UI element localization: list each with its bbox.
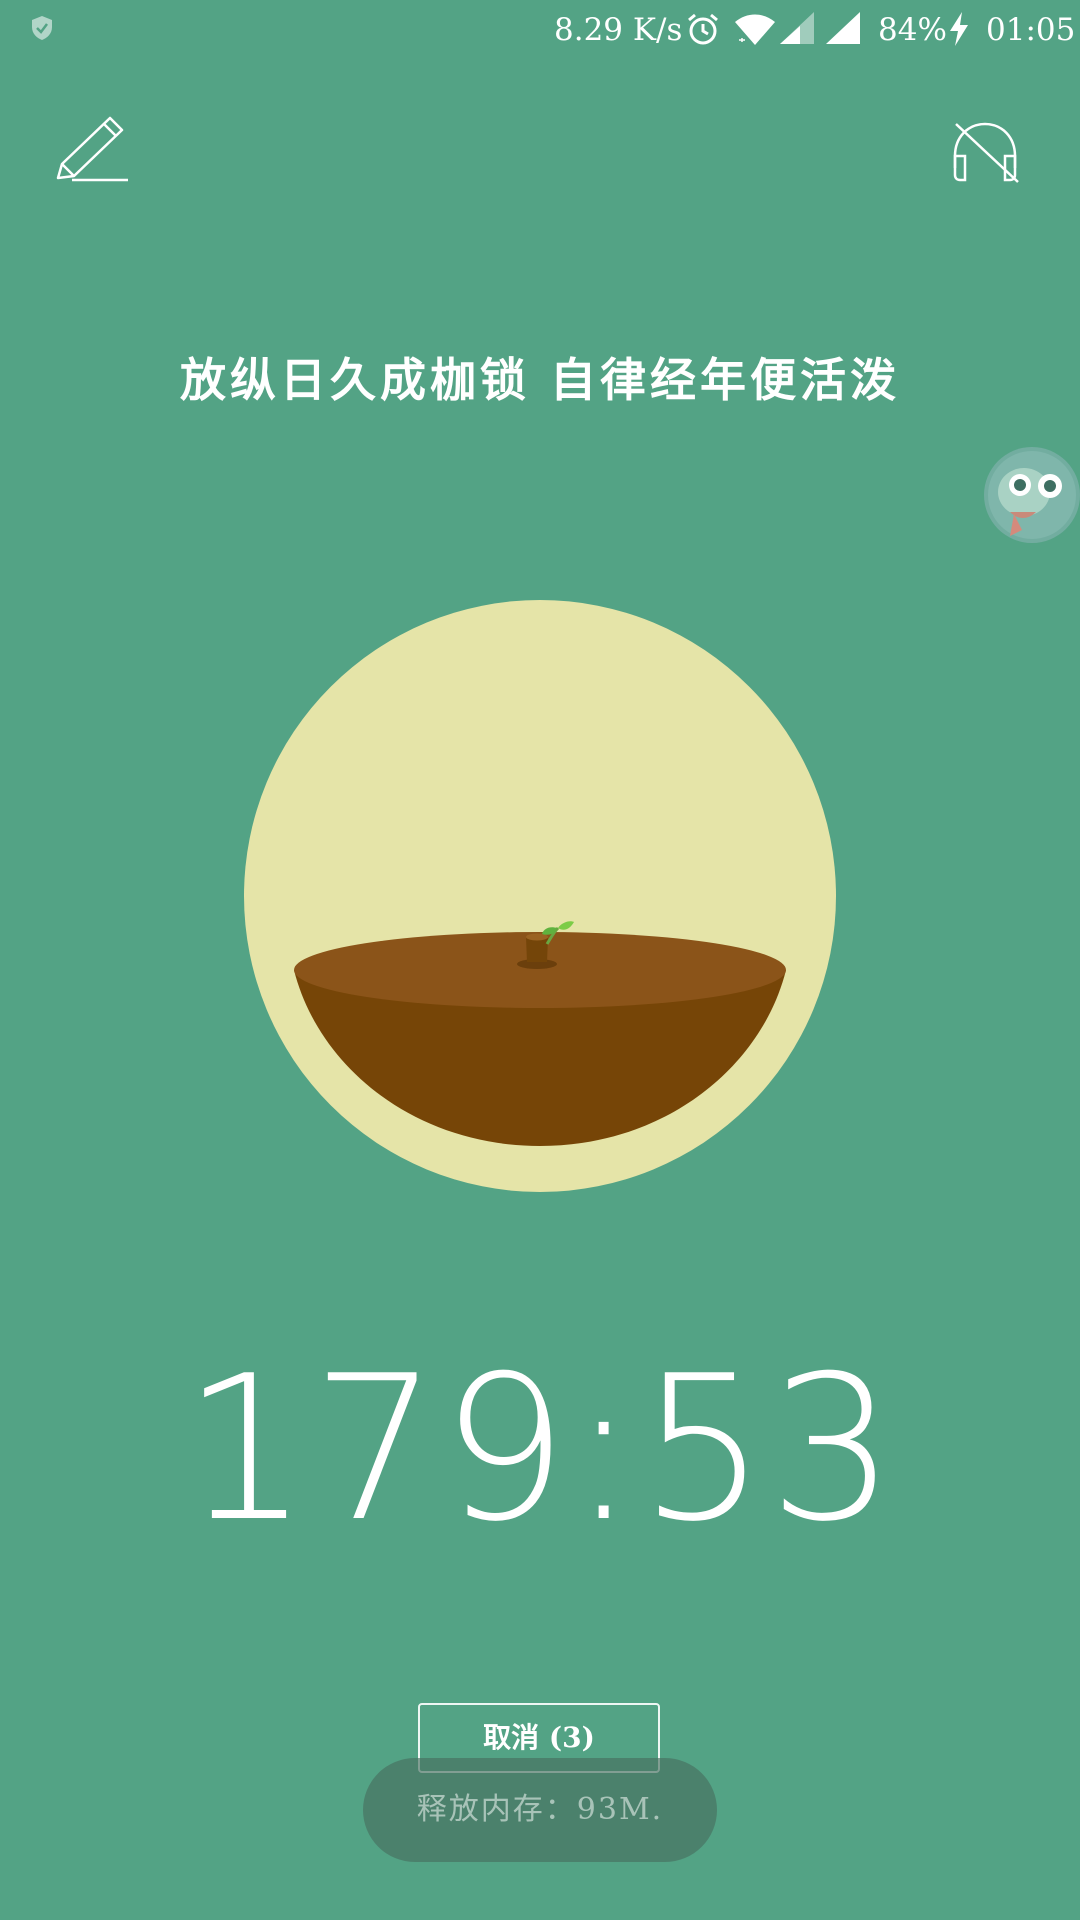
clock: 01:05 [986, 12, 1076, 48]
charging-icon [950, 12, 968, 46]
wifi-icon [735, 14, 775, 45]
motto-text: 放纵日久成枷锁 自律经年便活泼 [179, 353, 900, 407]
tree-illustration [244, 600, 836, 1192]
sapling-stump [526, 937, 548, 962]
sloth-float-icon[interactable] [980, 440, 1080, 550]
toast-message: 释放内存：93M. [363, 1758, 717, 1862]
battery-level: 84% [878, 12, 947, 48]
cell-signal-icon-2 [826, 12, 860, 44]
alarm-icon [688, 13, 718, 45]
countdown-timer: 179:53 [182, 1333, 898, 1566]
cell-signal-icon [780, 12, 814, 44]
pencil-icon [56, 116, 128, 182]
shield-icon [32, 16, 52, 40]
status-bar: 8.29 K/s 84% 01:05 [0, 0, 1080, 60]
net-speed: 8.29 K/s [554, 12, 683, 48]
headphones-toggle-button[interactable] [942, 110, 1028, 196]
headphones-off-icon [953, 122, 1019, 183]
edit-button[interactable] [52, 110, 138, 196]
